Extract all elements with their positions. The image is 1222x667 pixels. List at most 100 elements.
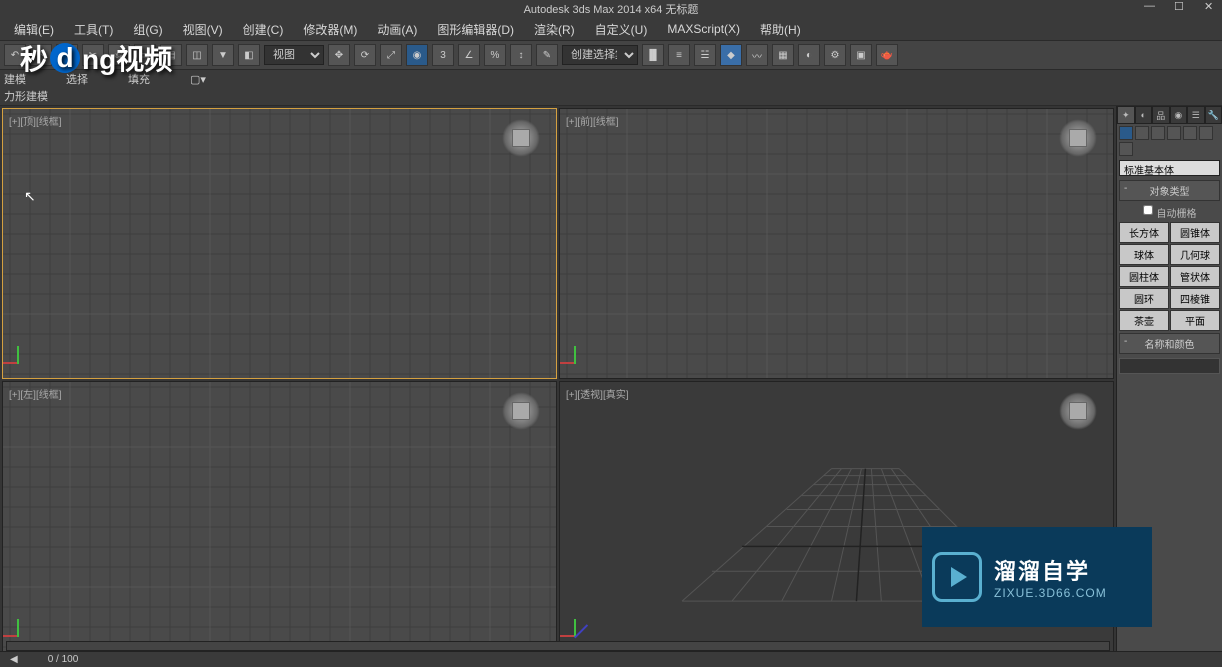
menu-animation[interactable]: 动画(A) xyxy=(377,21,417,38)
menu-maxscript[interactable]: MAXScript(X) xyxy=(667,22,740,36)
menu-graph-editors[interactable]: 图形编辑器(D) xyxy=(437,21,514,38)
menu-customize[interactable]: 自定义(U) xyxy=(595,21,648,38)
lights-category-icon[interactable] xyxy=(1151,126,1165,140)
display-tab-icon[interactable]: ☰ xyxy=(1187,106,1205,124)
rotate-button[interactable]: ⟳ xyxy=(354,44,376,66)
viewport-front[interactable]: [+][前][线框] xyxy=(559,108,1114,379)
create-tab-icon[interactable]: ✦ xyxy=(1117,106,1135,124)
motion-tab-icon[interactable]: ◉ xyxy=(1170,106,1188,124)
geosphere-button[interactable]: 几何球 xyxy=(1170,244,1220,265)
unlink-button[interactable]: ✂ xyxy=(82,44,104,66)
watermark-url: ZIXUE.3D66.COM xyxy=(994,586,1107,600)
select-name-button[interactable]: ▤ xyxy=(160,44,182,66)
main-toolbar: ↶ ↷ ⛓ ✂ ⎌ ▭ ▤ ◫ ▼ ◧ 视图 ✥ ⟳ ⤢ ◉ 3 ∠ % ↕ ✎… xyxy=(0,40,1222,70)
viewport-label-left[interactable]: [+][左][线框] xyxy=(9,386,62,401)
edit-named-sel-button[interactable]: ✎ xyxy=(536,44,558,66)
sphere-button[interactable]: 球体 xyxy=(1119,244,1169,265)
schematic-button[interactable]: ▦ xyxy=(772,44,794,66)
named-selection-dropdown[interactable]: 创建选择集 xyxy=(562,45,638,65)
filter-button[interactable]: ▼ xyxy=(212,44,234,66)
menu-views[interactable]: 视图(V) xyxy=(183,21,223,38)
scroll-left-icon[interactable]: ◀ xyxy=(10,654,18,665)
menu-rendering[interactable]: 渲染(R) xyxy=(534,21,575,38)
scale-button[interactable]: ⤢ xyxy=(380,44,402,66)
object-name-input[interactable] xyxy=(1119,358,1220,374)
cameras-category-icon[interactable] xyxy=(1167,126,1181,140)
render-setup-button[interactable]: ⚙ xyxy=(824,44,846,66)
modify-tab-icon[interactable]: ◐ xyxy=(1135,106,1153,124)
snap-percent-button[interactable]: % xyxy=(484,44,506,66)
align-button[interactable]: ≡ xyxy=(668,44,690,66)
close-button[interactable]: ✕ xyxy=(1204,0,1216,12)
cylinder-button[interactable]: 圆柱体 xyxy=(1119,266,1169,287)
link-button[interactable]: ⛓ xyxy=(56,44,78,66)
systems-category-icon[interactable] xyxy=(1119,142,1133,156)
minimize-button[interactable]: — xyxy=(1144,0,1156,12)
tube-button[interactable]: 管状体 xyxy=(1170,266,1220,287)
snap-angle-button[interactable]: ∠ xyxy=(458,44,480,66)
plane-button[interactable]: 平面 xyxy=(1170,310,1220,331)
viewcube-icon[interactable] xyxy=(1059,392,1097,430)
viewport-label-front[interactable]: [+][前][线框] xyxy=(566,113,619,128)
viewcube-icon[interactable] xyxy=(1059,119,1097,157)
create-categories xyxy=(1117,124,1222,158)
viewport-label-perspective[interactable]: [+][透视][真实] xyxy=(566,386,629,401)
ribbon-tab-modeling[interactable]: 建模 xyxy=(4,71,26,87)
select-manipulate-button[interactable]: ◉ xyxy=(406,44,428,66)
select-button[interactable]: ▭ xyxy=(134,44,156,66)
mirror-button[interactable]: ▐▌ xyxy=(642,44,664,66)
time-slider[interactable] xyxy=(6,641,1110,651)
view-dropdown[interactable]: 视图 xyxy=(264,45,324,65)
box-button[interactable]: 长方体 xyxy=(1119,222,1169,243)
menu-help[interactable]: 帮助(H) xyxy=(760,21,801,38)
geometry-category-icon[interactable] xyxy=(1119,126,1133,140)
graphite-button[interactable]: ◆ xyxy=(720,44,742,66)
render-button[interactable]: 🫖 xyxy=(876,44,898,66)
menu-tools[interactable]: 工具(T) xyxy=(74,21,113,38)
viewport-label-top[interactable]: [+][顶][线框] xyxy=(9,113,62,128)
move-button[interactable]: ✥ xyxy=(328,44,350,66)
curve-editor-button[interactable]: 〰 xyxy=(746,44,768,66)
menu-modifiers[interactable]: 修改器(M) xyxy=(303,21,357,38)
pyramid-button[interactable]: 四棱锥 xyxy=(1170,288,1220,309)
maximize-button[interactable]: ☐ xyxy=(1174,0,1186,12)
mouse-cursor-icon xyxy=(24,188,36,200)
menu-edit[interactable]: 编辑(E) xyxy=(14,21,54,38)
render-frame-button[interactable]: ▣ xyxy=(850,44,872,66)
layers-button[interactable]: ☱ xyxy=(694,44,716,66)
material-editor-button[interactable]: ◐ xyxy=(798,44,820,66)
menu-create[interactable]: 创建(C) xyxy=(243,21,284,38)
name-color-rollout[interactable]: -名称和颜色 xyxy=(1119,333,1220,354)
viewport-left[interactable]: [+][左][线框] xyxy=(2,381,557,652)
viewcube-icon[interactable] xyxy=(502,119,540,157)
menu-group[interactable]: 组(G) xyxy=(133,21,162,38)
ribbon-toggle-icon[interactable]: ▢▾ xyxy=(190,73,206,86)
bind-button[interactable]: ⎌ xyxy=(108,44,130,66)
select-region-button[interactable]: ◫ xyxy=(186,44,208,66)
teapot-button[interactable]: 茶壶 xyxy=(1119,310,1169,331)
grid-lines xyxy=(3,382,556,651)
grid-lines xyxy=(560,109,1113,378)
undo-button[interactable]: ↶ xyxy=(4,44,26,66)
torus-button[interactable]: 圆环 xyxy=(1119,288,1169,309)
utilities-tab-icon[interactable]: 🔧 xyxy=(1205,106,1222,124)
spacewarps-category-icon[interactable] xyxy=(1199,126,1213,140)
spinner-snap-button[interactable]: ↕ xyxy=(510,44,532,66)
window-crossing-button[interactable]: ◧ xyxy=(238,44,260,66)
viewcube-icon[interactable] xyxy=(502,392,540,430)
viewport-top[interactable]: [+][顶][线框] xyxy=(2,108,557,379)
watermark-title: 溜溜自学 xyxy=(994,554,1107,586)
helpers-category-icon[interactable] xyxy=(1183,126,1197,140)
primitive-category-dropdown[interactable]: 标准基本体 xyxy=(1119,160,1220,176)
auto-grid-checkbox[interactable]: 自动栅格 xyxy=(1117,203,1222,222)
cone-button[interactable]: 圆锥体 xyxy=(1170,222,1220,243)
redo-button[interactable]: ↷ xyxy=(30,44,52,66)
axis-gizmo xyxy=(574,607,604,637)
axis-gizmo xyxy=(574,334,604,364)
object-type-rollout[interactable]: -对象类型 xyxy=(1119,180,1220,201)
ribbon-tab-selection[interactable]: 选择 xyxy=(66,71,88,87)
hierarchy-tab-icon[interactable]: 品 xyxy=(1152,106,1170,124)
ribbon-tab-fill[interactable]: 填充 xyxy=(128,71,150,87)
keyboard-shortcut-button[interactable]: 3 xyxy=(432,44,454,66)
shapes-category-icon[interactable] xyxy=(1135,126,1149,140)
